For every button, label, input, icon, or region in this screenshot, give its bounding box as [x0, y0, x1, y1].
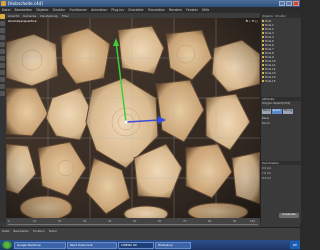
object-icon [262, 28, 264, 30]
material-menu-texture[interactable]: Textur [47, 228, 60, 233]
timeline-tick: 10 [33, 220, 37, 223]
close-button[interactable] [293, 1, 299, 6]
right-panel: Objekte Struktur Holz Holz.1 Holz.2 Holz… [260, 13, 301, 223]
attribute-row[interactable]: Basis [262, 117, 300, 121]
maximize-button[interactable] [286, 1, 292, 6]
title-bar: [Holzscheite.c4d] [0, 0, 300, 7]
object-icon [262, 40, 264, 42]
material-menu: Datei Bearbeiten Funktion Textur [0, 228, 300, 233]
object-icon [262, 44, 264, 46]
object-icon [262, 32, 264, 34]
tab-coords[interactable]: Koord. [271, 109, 283, 114]
viewport-3d[interactable]: Zentralperspektive ✥ ⌕ ⟲ ▢ [6, 18, 260, 218]
attribute-title: Polygon-Objekt [Holz] [262, 102, 291, 105]
taskbar-item[interactable]: Word Dokument [67, 241, 117, 249]
timeline-track[interactable] [8, 224, 258, 225]
object-icon [262, 68, 264, 70]
object-icon [262, 24, 264, 26]
object-list: Holz Holz.1 Holz.2 Holz.3 Holz.4 Holz.5 … [261, 19, 301, 83]
material-manager: Datei Bearbeiten Funktion Textur [0, 227, 300, 241]
edges-mode-icon[interactable] [0, 49, 5, 54]
timeline[interactable]: 0 10 20 30 40 50 60 70 80 90 100 [6, 218, 260, 227]
axis-mode-icon[interactable] [0, 77, 5, 82]
tab-objects[interactable]: Objekte [261, 13, 274, 18]
object-icon [262, 56, 264, 58]
object-icon [262, 80, 264, 82]
attribute-tabs: Basis Koord. Phong [261, 109, 302, 114]
scale-tool-icon[interactable] [0, 21, 5, 26]
attribute-row[interactable]: Koord. [262, 122, 300, 126]
timeline-tick: 40 [108, 220, 112, 223]
taskbar-item[interactable]: Google Sketchup [14, 241, 66, 249]
object-manager-tabs: Objekte Struktur [261, 13, 301, 18]
material-menu-edit[interactable]: Bearbeiten [11, 228, 30, 233]
coord-y-field[interactable]: Y 0 cm [262, 172, 300, 176]
timeline-tick: 90 [233, 220, 237, 223]
object-icon [262, 76, 264, 78]
tab-structure[interactable]: Struktur [274, 13, 287, 18]
taskbar-item[interactable]: Photoshop [155, 241, 191, 249]
object-icon [262, 36, 264, 38]
timeline-tick: 30 [83, 220, 87, 223]
object-icon [262, 52, 264, 54]
timeline-tick: 70 [183, 220, 187, 223]
object-icon [262, 60, 264, 62]
object-icon [262, 48, 264, 50]
timeline-tick: 80 [208, 220, 212, 223]
texture-mode-icon[interactable] [0, 70, 5, 75]
timeline-tick: 60 [158, 220, 162, 223]
minimize-button[interactable] [279, 1, 285, 6]
system-tray[interactable]: DE [289, 241, 300, 249]
window-title: [Holzscheite.c4d] [8, 1, 43, 6]
coord-z-field[interactable]: Z 0 cm [262, 177, 300, 181]
move-tool-icon[interactable] [0, 14, 5, 19]
coord-x-field[interactable]: X 0 cm [262, 167, 300, 171]
timeline-tick: 100 [250, 220, 255, 223]
apply-button[interactable]: Anwenden [279, 213, 299, 218]
timeline-tick: 20 [58, 220, 62, 223]
snap-tool-icon[interactable] [0, 84, 5, 89]
timeline-tick: 50 [133, 220, 137, 223]
os-taskbar: Google Sketchup Word Dokument CINEMA 4D … [0, 240, 300, 250]
timeline-tick: 0 [8, 220, 10, 223]
start-button-icon[interactable] [2, 241, 12, 249]
object-icon [262, 20, 264, 22]
viewport-nav-icon[interactable]: ✥ ⌕ ⟲ ▢ [246, 19, 258, 23]
taskbar-item-active[interactable]: CINEMA 4D [118, 241, 154, 249]
model-mode-icon[interactable] [0, 63, 5, 68]
cinema4d-window: [Holzscheite.c4d] Datei Bearbeiten Objek… [0, 0, 301, 250]
polygons-mode-icon[interactable] [0, 56, 5, 61]
app-icon [1, 1, 6, 6]
material-menu-function[interactable]: Funktion [31, 228, 47, 233]
object-icon [262, 72, 264, 74]
knife-tool-icon[interactable] [0, 91, 5, 96]
coordinates-header: Koordinaten [261, 161, 301, 165]
points-mode-icon[interactable] [0, 42, 5, 47]
tab-phong[interactable]: Phong [283, 109, 294, 114]
object-icon [262, 64, 264, 66]
gizmo-center-icon [124, 120, 128, 124]
material-menu-file[interactable]: Datei [0, 228, 11, 233]
woodpile-scene [6, 18, 260, 218]
object-row[interactable]: Holz.15 [261, 79, 301, 83]
attributes-header: Attribute [261, 97, 301, 101]
tab-basis[interactable]: Basis [262, 109, 271, 114]
select-tool-icon[interactable] [0, 35, 5, 40]
viewport-label: Zentralperspektive [8, 19, 37, 23]
rotate-tool-icon[interactable] [0, 28, 5, 33]
